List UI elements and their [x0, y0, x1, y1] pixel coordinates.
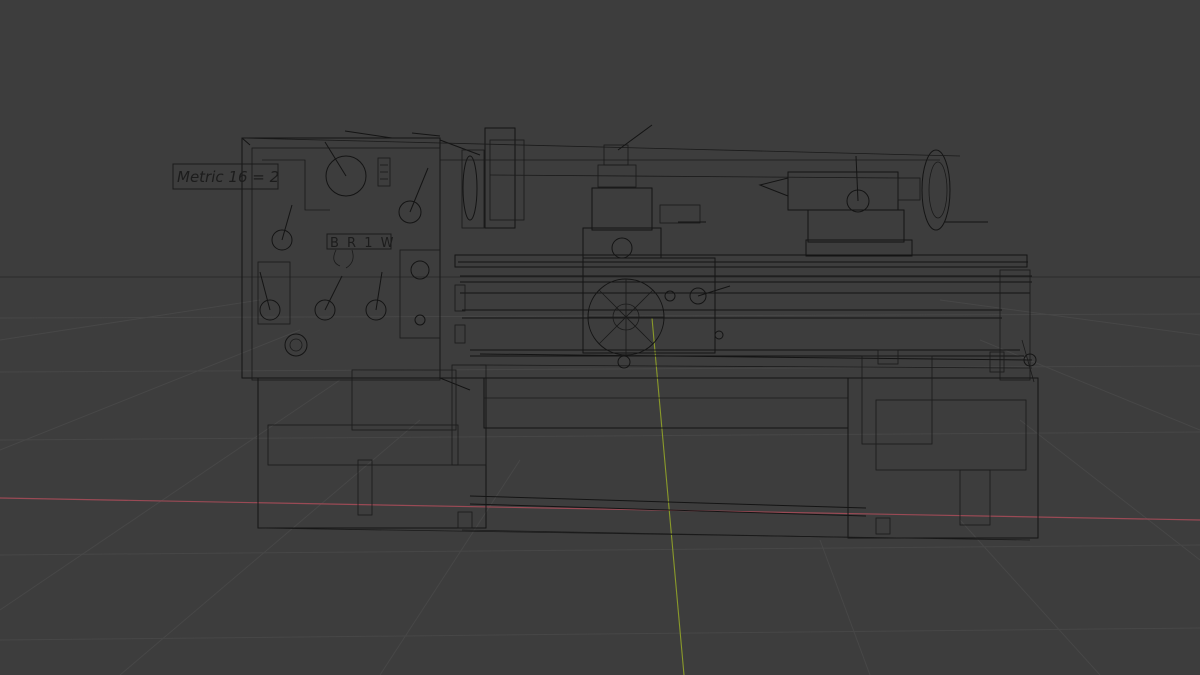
tailstock	[758, 149, 988, 257]
thread-plate-text: Metric 16 = 2	[177, 168, 279, 186]
chuck	[461, 127, 525, 229]
floor-grid	[0, 276, 1200, 675]
base-stand	[257, 355, 1039, 541]
thread-plate-label: Metric 16 = 2	[172, 163, 279, 190]
y-axis-line	[651, 317, 685, 675]
lead-screw	[479, 339, 1037, 383]
lathe-bed	[454, 254, 1033, 381]
gear-letters-text: B R 1 W	[330, 236, 395, 251]
carriage	[582, 124, 731, 369]
x-axis-line	[0, 497, 1200, 521]
3d-viewport[interactable]: Metric 16 = 2 B R 1 W	[0, 0, 1200, 675]
viewport-canvas: Metric 16 = 2 B R 1 W	[0, 124, 1200, 675]
lathe-wireframe[interactable]: Metric 16 = 2 B R 1 W	[172, 124, 1039, 541]
gear-letters-label: B R 1 W	[326, 233, 395, 269]
